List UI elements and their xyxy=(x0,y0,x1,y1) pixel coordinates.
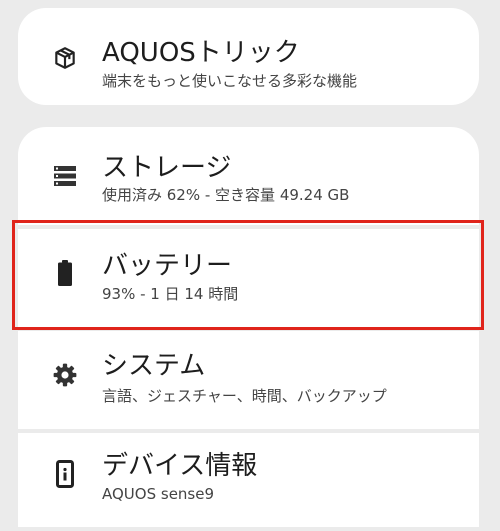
phone-info-icon xyxy=(52,460,78,488)
system-subtitle: 言語、ジェスチャー、時間、バックアップ xyxy=(102,387,387,405)
storage-subtitle: 使用済み 62% - 空き容量 49.24 GB xyxy=(102,186,350,204)
storage-title: ストレージ xyxy=(102,153,232,183)
system-title: システム xyxy=(102,351,206,381)
cube-icon xyxy=(52,45,78,71)
device-info-item[interactable]: デバイス情報 AQUOS sense9 xyxy=(18,433,479,531)
aquos-trick-item[interactable]: AQUOSトリック 端末をもっと使いこなせる多彩な機能 xyxy=(18,8,479,106)
device-info-subtitle: AQUOS sense9 xyxy=(102,485,215,503)
aquos-trick-title: AQUOSトリック xyxy=(102,38,300,68)
system-item[interactable]: システム 言語、ジェスチャー、時間、バックアップ xyxy=(18,331,479,429)
aquos-trick-card: AQUOSトリック 端末をもっと使いこなせる多彩な機能 xyxy=(18,8,479,105)
device-info-title: デバイス情報 xyxy=(102,451,258,481)
gear-icon xyxy=(52,362,78,388)
battery-highlight-frame xyxy=(12,220,484,330)
storage-item[interactable]: ストレージ 使用済み 62% - 空き容量 49.24 GB xyxy=(18,127,479,225)
storage-icon xyxy=(52,163,78,189)
aquos-trick-subtitle: 端末をもっと使いこなせる多彩な機能 xyxy=(102,72,358,90)
